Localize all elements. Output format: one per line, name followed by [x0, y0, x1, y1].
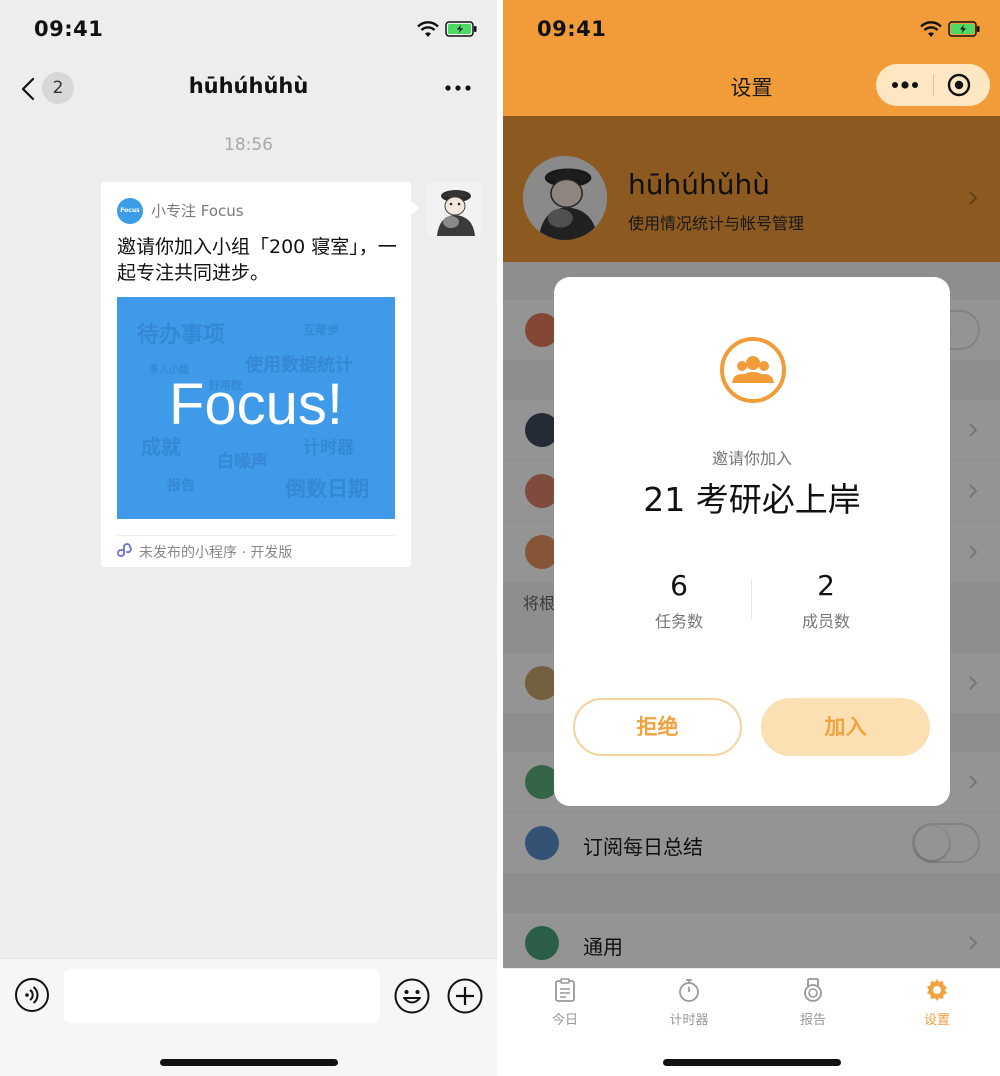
- bubble-tail: [410, 200, 419, 216]
- mini-program-name: 小专注 Focus: [151, 202, 244, 220]
- tab-report[interactable]: 报告: [763, 977, 863, 1028]
- status-bar: 09:41: [503, 0, 1000, 60]
- battery-icon: [445, 21, 477, 37]
- card-divider: [117, 535, 395, 536]
- mini-program-link-icon: [117, 543, 132, 557]
- cover-word: 互帮步: [303, 323, 340, 337]
- cover-word: 倒数日期: [285, 477, 369, 501]
- chat-nav-bar: 2 hūhúhǔhù: [0, 60, 497, 116]
- tab-settings[interactable]: 设置: [887, 977, 987, 1028]
- chat-input-bar: [0, 958, 497, 1076]
- voice-input-icon[interactable]: [14, 977, 50, 1013]
- capsule-divider: [933, 74, 934, 96]
- stopwatch-icon: [679, 979, 699, 1002]
- status-time: 09:41: [34, 17, 104, 41]
- cover-word: 待办事项: [137, 323, 226, 348]
- status-bar: 09:41: [0, 0, 497, 60]
- members-label: 成员数: [801, 612, 850, 631]
- tasks-count: 6: [670, 569, 688, 602]
- tasks-stat: 6 任务数: [599, 569, 759, 632]
- invite-label: 邀请你加入: [711, 449, 792, 468]
- message-timestamp: 18:56: [224, 135, 273, 155]
- mini-program-card[interactable]: Focus 小专注 Focus 邀请你加入小组「200 寝室」，一起专注共同进步…: [101, 182, 419, 567]
- emoji-icon[interactable]: [393, 977, 431, 1015]
- status-time: 09:41: [537, 17, 607, 41]
- mini-program-capsule: [876, 64, 990, 106]
- members-count: 2: [817, 569, 835, 602]
- reject-button[interactable]: 拒绝: [573, 698, 742, 756]
- card-cover-image: 待办事项 互帮步 多入小组 使用数据统计 好用数 成就 白噪声 计时器 报告 倒…: [117, 297, 395, 519]
- home-indicator: [663, 1059, 841, 1066]
- tab-label: 设置: [923, 1013, 950, 1028]
- invite-message: 邀请你加入小组「200 寝室」，一起专注共同进步。: [117, 236, 397, 284]
- tasks-label: 任务数: [654, 612, 703, 631]
- settings-screen: 09:41 设置 hūhúhǔhù 使用情况统计与帐号管理 将根 订阅每日总结 …: [503, 0, 1000, 1076]
- people-icon: [732, 356, 774, 383]
- screenshot-root: 09:41 2 hūhúhǔhù 18:56 Focus 小专注 Focus 邀…: [0, 0, 1000, 1076]
- capsule-more-icon[interactable]: [890, 78, 920, 92]
- cover-word: 白噪声: [217, 452, 268, 472]
- plus-icon[interactable]: [446, 977, 484, 1015]
- cover-title: Focus!: [168, 372, 344, 437]
- settings-header: 09:41 设置: [503, 0, 1000, 116]
- tab-label: 计时器: [669, 1013, 709, 1028]
- wifi-icon: [417, 21, 439, 37]
- clipboard-icon: [555, 978, 575, 1002]
- tab-today[interactable]: 今日: [515, 977, 615, 1028]
- tab-label: 报告: [799, 1013, 826, 1028]
- tab-timer[interactable]: 计时器: [639, 977, 739, 1028]
- tab-label: 今日: [551, 1013, 578, 1028]
- members-stat: 2 成员数: [746, 569, 906, 632]
- wifi-icon: [920, 21, 942, 37]
- chat-screen: 09:41 2 hūhúhǔhù 18:56 Focus 小专注 Focus 邀…: [0, 0, 497, 1076]
- mini-program-logo: Focus: [117, 198, 143, 224]
- gear-icon: [927, 979, 947, 1001]
- group-name: 21 考研必上岸: [643, 480, 861, 519]
- cover-word: 报告: [167, 478, 195, 494]
- battery-icon: [948, 21, 980, 37]
- capsule-close-icon[interactable]: [947, 73, 971, 97]
- join-button[interactable]: 加入: [761, 698, 930, 756]
- more-options-icon[interactable]: [445, 84, 471, 92]
- message-input[interactable]: [64, 969, 380, 1023]
- group-icon: [720, 337, 786, 403]
- avatar[interactable]: [427, 182, 481, 236]
- home-indicator: [160, 1059, 338, 1066]
- tab-bar: 今日 计时器 报告 设置: [503, 968, 1000, 1076]
- join-group-modal: 邀请你加入 21 考研必上岸 6 任务数 2 成员数 拒绝 加入: [554, 277, 950, 806]
- avatar-illustration: [427, 182, 481, 236]
- chat-title: hūhúhǔhù: [188, 74, 309, 98]
- medal-icon: [804, 978, 822, 1002]
- mini-program-footer: 未发布的小程序 · 开发版: [139, 545, 293, 561]
